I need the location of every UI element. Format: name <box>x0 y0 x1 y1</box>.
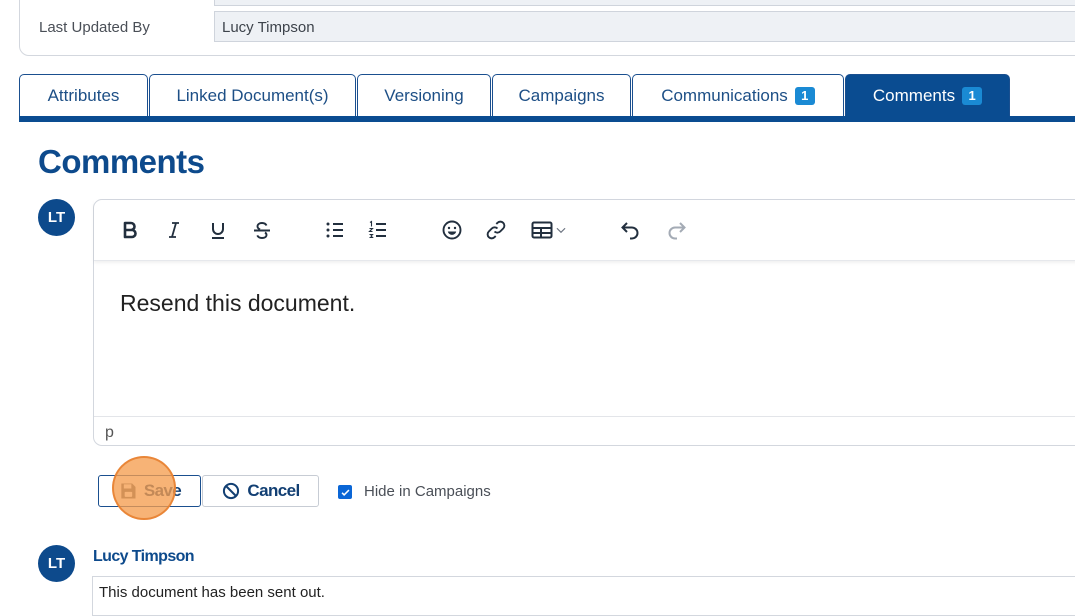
comment-author: Lucy Timpson <box>93 548 195 565</box>
element-path[interactable]: p <box>105 424 114 442</box>
avatar: LT <box>38 545 75 582</box>
link-button[interactable] <box>481 215 511 245</box>
last-updated-by-field: Lucy Timpson <box>214 11 1075 42</box>
editor-statusbar: p <box>94 416 1075 446</box>
save-label: Save <box>143 481 182 500</box>
save-button[interactable]: Save <box>98 475 201 507</box>
tab-comments[interactable]: Comments 1 <box>845 74 1010 116</box>
comments-count-badge: 1 <box>962 86 983 105</box>
emoji-icon <box>442 220 462 240</box>
tab-label: Attributes <box>47 85 120 105</box>
editor-toolbar <box>94 200 1075 261</box>
italic-icon <box>169 222 179 238</box>
previous-attribute-field <box>214 0 1075 6</box>
ban-icon <box>223 482 240 500</box>
comment-text-box: This document has been sent out. <box>92 576 1075 616</box>
bold-icon <box>123 221 137 239</box>
undo-icon <box>621 222 639 240</box>
emoji-button[interactable] <box>437 215 467 245</box>
checkmark-icon <box>341 489 349 496</box>
page-title: Comments <box>38 143 205 180</box>
tab-label: Versioning <box>384 85 464 105</box>
underline-button[interactable] <box>203 215 233 245</box>
last-updated-by-label: Last Updated By <box>39 19 150 36</box>
numbered-list-icon <box>368 220 386 239</box>
tab-label: Linked Document(s) <box>176 85 329 105</box>
italic-button[interactable] <box>159 215 189 245</box>
chevron-down-icon <box>556 227 566 234</box>
editor-content[interactable]: Resend this document. <box>120 290 355 317</box>
hide-in-campaigns-label[interactable]: Hide in Campaigns <box>364 483 491 500</box>
avatar: LT <box>38 199 75 236</box>
tab-attributes[interactable]: Attributes <box>19 74 148 116</box>
cancel-button[interactable]: Cancel <box>202 475 319 507</box>
tab-label: Comments <box>872 85 956 105</box>
comment-editor: Resend this document. p <box>93 199 1075 446</box>
undo-button[interactable] <box>615 215 645 245</box>
table-button[interactable] <box>525 215 573 245</box>
tab-versioning[interactable]: Versioning <box>357 74 491 116</box>
hide-in-campaigns-checkbox[interactable] <box>338 485 352 499</box>
bold-button[interactable] <box>115 215 145 245</box>
tab-linked-documents[interactable]: Linked Document(s) <box>149 74 356 116</box>
tab-campaigns[interactable]: Campaigns <box>492 74 631 116</box>
strikethrough-button[interactable] <box>247 215 277 245</box>
floppy-disk-icon <box>121 483 136 499</box>
cancel-label: Cancel <box>247 481 300 500</box>
bullet-list-button[interactable] <box>320 215 350 245</box>
link-icon <box>486 220 506 240</box>
table-icon <box>531 221 553 239</box>
tab-communications[interactable]: Communications 1 <box>632 74 844 116</box>
comment-text: This document has been sent out. <box>99 584 325 601</box>
underline-icon <box>212 223 224 239</box>
communications-count-badge: 1 <box>794 86 815 105</box>
numbered-list-button[interactable] <box>363 215 393 245</box>
tab-underline <box>19 116 1075 122</box>
bullet-list-icon <box>326 222 343 238</box>
strikethrough-icon <box>254 222 270 239</box>
redo-button[interactable] <box>662 215 692 245</box>
redo-icon <box>668 222 686 240</box>
tab-label: Communications <box>661 85 788 105</box>
tab-label: Campaigns <box>518 85 605 105</box>
